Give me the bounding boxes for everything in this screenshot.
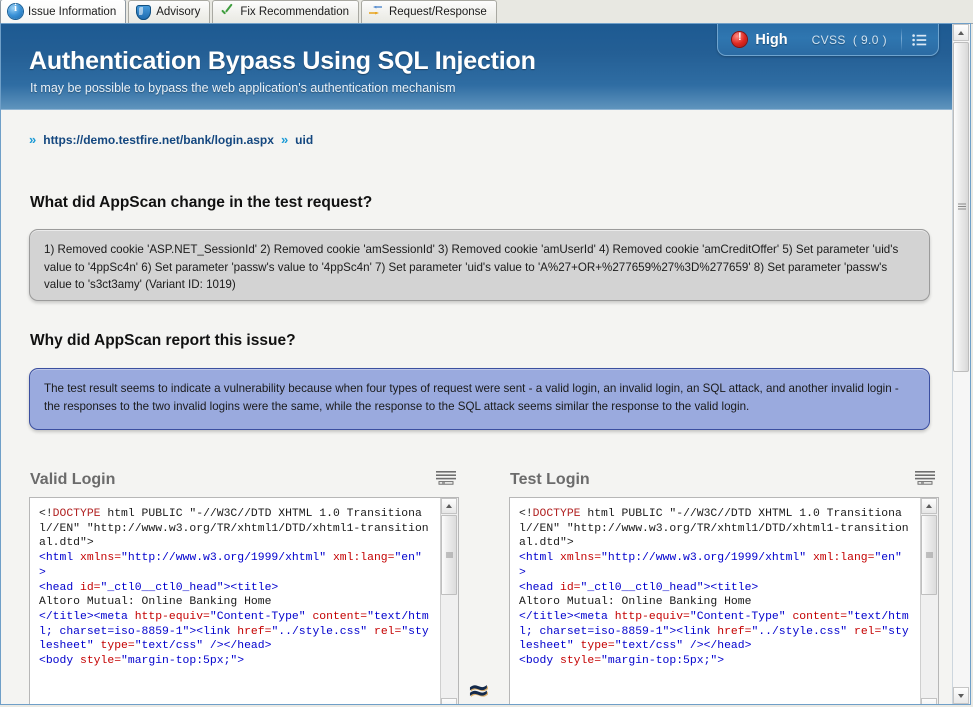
tab-advisory[interactable]: Advisory bbox=[128, 0, 211, 23]
tab-issue-information[interactable]: Issue Information bbox=[0, 0, 127, 23]
scroll-up-button[interactable] bbox=[921, 498, 937, 514]
scroll-thumb[interactable] bbox=[921, 515, 937, 595]
info-icon bbox=[8, 3, 23, 19]
scroll-thumb[interactable] bbox=[441, 515, 457, 595]
cvss-value: ( 9.0 ) bbox=[852, 32, 887, 47]
tab-label: Request/Response bbox=[388, 6, 487, 18]
list-icon bbox=[911, 33, 926, 46]
test-login-code-box[interactable]: <!DOCTYPE html PUBLIC "-//W3C//DTD XHTML… bbox=[509, 497, 939, 704]
tab-label: Advisory bbox=[156, 6, 201, 18]
page-scrollbar[interactable] bbox=[952, 24, 970, 704]
valid-login-code: <!DOCTYPE html PUBLIC "-//W3C//DTD XHTML… bbox=[39, 508, 429, 668]
chevron-down-icon bbox=[958, 693, 964, 698]
issue-panel: Authentication Bypass Using SQL Injectio… bbox=[0, 23, 971, 705]
chevron-right-icon: » bbox=[29, 132, 36, 147]
grip-icon bbox=[958, 203, 966, 211]
details-list-button[interactable] bbox=[902, 25, 936, 54]
test-login-menu-button[interactable] bbox=[915, 470, 935, 486]
page-scroll-thumb[interactable] bbox=[953, 42, 969, 372]
shield-icon bbox=[136, 4, 152, 20]
breadcrumb: » https://demo.testfire.net/bank/login.a… bbox=[29, 132, 313, 147]
approximately-equal-icon: ≈ bbox=[467, 675, 490, 704]
valid-login-title: Valid Login bbox=[30, 471, 116, 488]
scroll-down-button[interactable] bbox=[921, 698, 937, 704]
hamburger-icon bbox=[915, 471, 935, 485]
valid-login-code-box[interactable]: <!DOCTYPE html PUBLIC "-//W3C//DTD XHTML… bbox=[29, 497, 459, 704]
grip-icon bbox=[446, 552, 453, 558]
arrows-icon bbox=[369, 5, 384, 20]
test-login-scrollbar[interactable] bbox=[920, 498, 938, 704]
chevron-up-icon bbox=[926, 504, 932, 508]
issue-detail-window: Issue Information Advisory Fix Recommend… bbox=[0, 0, 973, 707]
chevron-up-icon bbox=[958, 30, 964, 35]
section-heading-test-request: What did AppScan change in the test requ… bbox=[30, 194, 373, 211]
cvss-label: CVSS bbox=[811, 32, 846, 47]
severity-badge: High CVSS ( 9.0 ) bbox=[717, 24, 939, 56]
hamburger-icon bbox=[436, 471, 456, 485]
issue-banner: Authentication Bypass Using SQL Injectio… bbox=[1, 24, 952, 110]
page-scroll-up-button[interactable] bbox=[953, 24, 969, 41]
reason-panel: The test result seems to indicate a vuln… bbox=[29, 368, 930, 430]
test-request-changes-panel: 1) Removed cookie 'ASP.NET_SessionId' 2)… bbox=[29, 229, 930, 301]
tab-label: Fix Recommendation bbox=[240, 6, 349, 18]
page-scroll-down-button[interactable] bbox=[953, 687, 969, 704]
severity-high-icon bbox=[732, 31, 748, 47]
tab-label: Issue Information bbox=[28, 5, 117, 18]
scroll-up-button[interactable] bbox=[441, 498, 457, 514]
scroll-down-button[interactable] bbox=[441, 698, 457, 704]
breadcrumb-url[interactable]: https://demo.testfire.net/bank/login.asp… bbox=[43, 133, 274, 147]
page-subtitle: It may be possible to bypass the web app… bbox=[30, 81, 456, 95]
tab-fix-recommendation[interactable]: Fix Recommendation bbox=[212, 0, 359, 23]
breadcrumb-parameter[interactable]: uid bbox=[295, 133, 313, 147]
valid-login-scrollbar[interactable] bbox=[440, 498, 458, 704]
chevron-right-icon: » bbox=[280, 132, 288, 147]
test-login-code: <!DOCTYPE html PUBLIC "-//W3C//DTD XHTML… bbox=[519, 508, 909, 668]
tab-bar: Issue Information Advisory Fix Recommend… bbox=[0, 0, 973, 24]
issue-content: Authentication Bypass Using SQL Injectio… bbox=[1, 24, 952, 704]
section-heading-reason: Why did AppScan report this issue? bbox=[30, 332, 296, 349]
severity-label: High bbox=[755, 31, 788, 48]
tab-request-response[interactable]: Request/Response bbox=[360, 0, 497, 23]
page-title: Authentication Bypass Using SQL Injectio… bbox=[29, 47, 536, 75]
valid-login-menu-button[interactable] bbox=[436, 470, 456, 486]
grip-icon bbox=[926, 552, 933, 558]
chevron-up-icon bbox=[446, 504, 452, 508]
check-icon bbox=[220, 5, 235, 20]
test-login-title: Test Login bbox=[510, 471, 590, 488]
